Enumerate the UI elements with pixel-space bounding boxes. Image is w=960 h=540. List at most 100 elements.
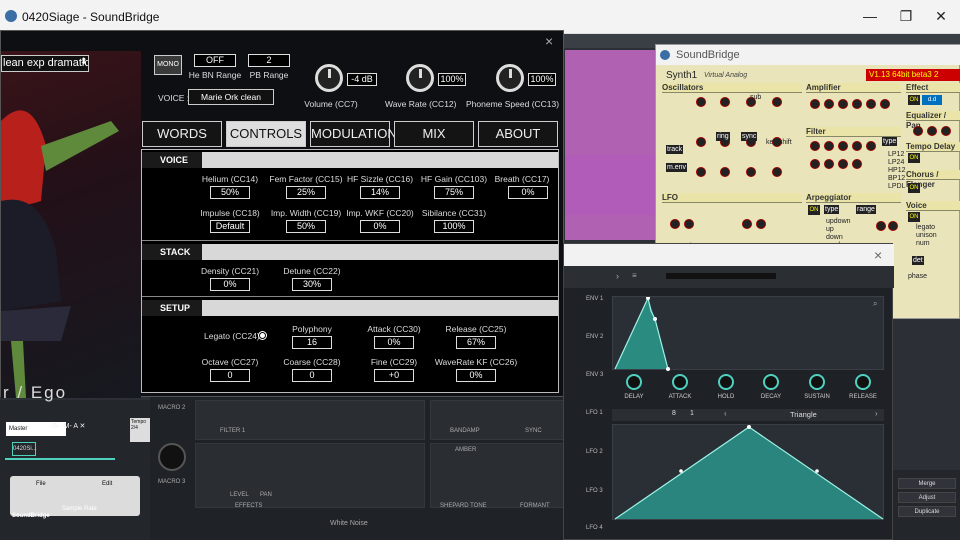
waverate-kf-value[interactable]: 0% <box>456 369 496 382</box>
pb-range-value[interactable]: 2 <box>248 54 290 67</box>
volume-value[interactable]: -4 dB <box>347 73 377 86</box>
wave-rate-value[interactable]: 100% <box>438 73 466 86</box>
tab-modulation[interactable]: MODULATION <box>310 121 397 147</box>
tab-words[interactable]: WORDS <box>142 121 222 147</box>
list-icon[interactable]: ≡ <box>632 271 637 280</box>
close-button[interactable]: ✕ <box>931 8 951 25</box>
tab-controls[interactable]: CONTROLS <box>226 121 306 147</box>
voice-selector[interactable]: Marie Ork clean <box>188 89 274 105</box>
arp-on-button[interactable]: ON <box>808 205 820 215</box>
helium-value[interactable]: 50% <box>210 186 250 199</box>
lfo-shape-selector[interactable]: Triangle <box>790 410 817 419</box>
track-button[interactable]: track <box>666 145 684 154</box>
arp-type-button[interactable]: type <box>824 205 840 214</box>
arp-range-button[interactable]: range <box>856 205 876 214</box>
filter-knobs[interactable] <box>806 139 901 189</box>
tempo-delay-on-button[interactable]: ON <box>908 153 920 163</box>
env3-label[interactable]: ENV 3 <box>586 372 603 378</box>
attack-value[interactable]: 0% <box>374 336 414 349</box>
sync-button[interactable]: sync <box>741 132 758 141</box>
hf-gain-value[interactable]: 75% <box>434 186 474 199</box>
effect-type-display[interactable]: d.d <box>922 95 942 105</box>
phoneme-speed-knob[interactable] <box>496 64 524 92</box>
attack-knob[interactable] <box>672 374 688 390</box>
ring-button[interactable]: ring <box>716 132 730 141</box>
volume-knob[interactable] <box>315 64 343 92</box>
file-menu[interactable]: File <box>36 481 46 487</box>
coarse-value[interactable]: 0 <box>292 369 332 382</box>
impulse-value[interactable]: Default <box>210 220 250 233</box>
env2-label[interactable]: ENV 2 <box>586 334 603 340</box>
detune-value[interactable]: 30% <box>292 278 332 291</box>
poly-option[interactable]: legato <box>916 224 935 231</box>
edit-menu[interactable]: Edit <box>102 481 112 487</box>
eq-knobs[interactable] <box>911 125 960 139</box>
sibilance-value[interactable]: 100% <box>434 220 474 233</box>
hf-sizzle-value[interactable]: 14% <box>360 186 400 199</box>
arp-updown[interactable]: updown <box>826 218 851 225</box>
arrangement-clip[interactable] <box>565 155 660 215</box>
tempo-display[interactable]: Tempo 2/4 <box>130 418 150 442</box>
track-clip[interactable]: 0420Si... <box>12 442 37 456</box>
chorus-on-button[interactable]: ON <box>908 183 920 193</box>
polyphony-value[interactable]: 16 <box>292 336 332 349</box>
breath-value[interactable]: 0% <box>508 186 548 199</box>
lfo1-label[interactable]: LFO 1 <box>586 410 603 416</box>
sustain-knob[interactable] <box>809 374 825 390</box>
imp-wkf-value[interactable]: 0% <box>360 220 400 233</box>
mono-option[interactable]: unison <box>916 232 937 239</box>
minimize-button[interactable]: — <box>860 8 880 24</box>
arrow-right-icon[interactable]: › <box>616 271 619 281</box>
lfo3-label[interactable]: LFO 3 <box>586 488 603 494</box>
chevron-left-icon[interactable]: ‹ <box>724 409 727 418</box>
zoom-icon[interactable]: ⌕ <box>873 299 877 309</box>
merge-button[interactable]: Merge <box>898 478 956 489</box>
arp-up[interactable]: up <box>826 226 834 233</box>
lfo2-label[interactable]: LFO 2 <box>586 449 603 455</box>
lfo-rate-b[interactable]: 1 <box>690 410 694 417</box>
restore-button[interactable]: ❐ <box>896 8 916 25</box>
chevron-right-icon[interactable]: › <box>875 409 878 418</box>
imp-width-value[interactable]: 50% <box>286 220 326 233</box>
fine-value[interactable]: +0 <box>374 369 414 382</box>
filter-type-button[interactable]: type <box>882 137 898 146</box>
wave-rate-knob[interactable] <box>406 64 434 92</box>
lfo-rate-a[interactable]: 8 <box>672 410 676 417</box>
hold-knob[interactable] <box>718 374 734 390</box>
delay-knob[interactable] <box>626 374 642 390</box>
envelope-graph[interactable]: ⌕ <box>612 296 884 371</box>
macro-knob[interactable] <box>158 443 186 471</box>
release-knob[interactable] <box>855 374 871 390</box>
legato-toggle[interactable] <box>258 331 267 340</box>
voice-on-button[interactable]: ON <box>908 212 920 222</box>
release-value[interactable]: 67% <box>456 336 496 349</box>
env1-label[interactable]: ENV 1 <box>586 296 603 302</box>
plugin-close-button[interactable]: × <box>545 33 553 49</box>
menv-button[interactable]: m.env <box>666 163 688 172</box>
track-controls[interactable]: -S- -M- A ✕ <box>50 422 85 430</box>
density-value[interactable]: 0% <box>210 278 250 291</box>
arp-down[interactable]: down <box>826 234 843 241</box>
decay-knob[interactable] <box>763 374 779 390</box>
octave-value[interactable]: 0 <box>210 369 250 382</box>
fem-factor-value[interactable]: 25% <box>286 186 326 199</box>
unison-button[interactable]: det <box>912 256 924 265</box>
sample-rate-label[interactable]: Sample Rate <box>62 506 97 512</box>
modulation-close-button[interactable]: × <box>874 247 882 263</box>
lfo-knobs[interactable] <box>662 205 802 247</box>
preset-stepper-icon[interactable]: ⬍ <box>80 56 88 67</box>
tab-about[interactable]: ABOUT <box>478 121 558 147</box>
phoneme-speed-value[interactable]: 100% <box>528 73 556 86</box>
lfo4-label[interactable]: LFO 4 <box>586 525 603 531</box>
mono-button[interactable]: MONO <box>154 55 182 75</box>
tab-mix[interactable]: MIX <box>394 121 474 147</box>
adjust-button[interactable]: Adjust <box>898 492 956 503</box>
legato-option[interactable]: num <box>916 240 930 247</box>
preset-slider[interactable] <box>666 273 776 279</box>
preset-selector[interactable]: lean exp dramatic <box>1 55 89 72</box>
lfo-graph[interactable] <box>612 424 884 520</box>
he-bn-range-value[interactable]: OFF <box>194 54 236 67</box>
duplicate-button[interactable]: Duplicate <box>898 506 956 517</box>
amplifier-knobs[interactable] <box>806 97 901 123</box>
effect-on-button[interactable]: ON <box>908 95 920 105</box>
